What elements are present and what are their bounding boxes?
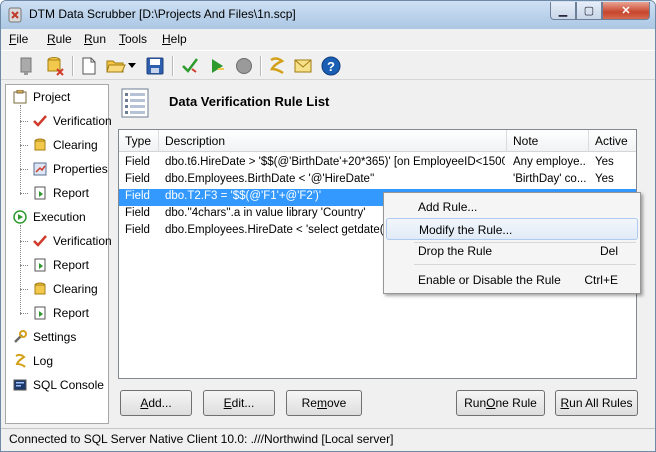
toolbar-separator xyxy=(72,56,74,76)
project-icon xyxy=(12,89,28,105)
cell-description: dbo.t6.HireDate > '$$(@'BirthDate'+20*36… xyxy=(165,156,505,168)
help-icon[interactable]: ? xyxy=(319,54,343,78)
cell-type: Field xyxy=(125,207,150,219)
database-icon xyxy=(32,137,48,153)
cell-type: Field xyxy=(125,173,150,185)
nav-item-execution[interactable]: Execution xyxy=(12,207,86,227)
settings-icon xyxy=(12,329,28,345)
app-icon xyxy=(8,7,22,23)
toolbar: ? xyxy=(1,50,655,80)
column-header-description[interactable]: Description xyxy=(159,130,507,152)
run-one-rule-button[interactable]: Run One Rule xyxy=(456,390,545,416)
nav-item-report[interactable]: Report xyxy=(32,183,89,203)
remove-button[interactable]: Re m ove xyxy=(286,390,362,416)
nav-item-clearing[interactable]: Clearing xyxy=(32,135,98,155)
report-icon xyxy=(32,257,48,273)
nav-item-log[interactable]: Log xyxy=(12,351,53,371)
menu-file[interactable]: File xyxy=(9,32,28,46)
tree-line xyxy=(20,225,21,315)
database-disconnect-icon[interactable] xyxy=(43,54,67,78)
minimize-icon: ▁ xyxy=(558,5,568,17)
nav-item-settings[interactable]: Settings xyxy=(12,327,76,347)
context-menu-drop-rule[interactable]: Drop the Rule Del xyxy=(386,240,638,262)
dropdown-arrow-icon[interactable] xyxy=(125,54,139,78)
minimize-button[interactable]: ▁ xyxy=(550,2,576,20)
cell-type: Field xyxy=(125,156,150,168)
status-bar: Connected to SQL Server Native Client 10… xyxy=(1,428,655,451)
app-window: DTM Data Scrubber [D:\Projects And Files… xyxy=(0,0,656,452)
page-title: Data Verification Rule List xyxy=(169,94,330,109)
context-menu: Add Rule... Modify the Rule... Drop the … xyxy=(383,192,641,294)
properties-icon xyxy=(32,161,48,177)
verify-icon[interactable] xyxy=(178,54,202,78)
navigation-panel: Project Verification Clearing Properties… xyxy=(5,84,112,424)
close-button[interactable]: ✕ xyxy=(602,2,650,20)
menu-tools[interactable]: Tools xyxy=(119,32,147,46)
database-connect-icon[interactable] xyxy=(15,54,39,78)
save-icon[interactable] xyxy=(143,54,167,78)
toolbar-separator xyxy=(172,56,174,76)
menu-rule[interactable]: Rule xyxy=(47,32,72,46)
cell-active: Yes xyxy=(595,156,614,168)
mail-icon[interactable] xyxy=(291,54,315,78)
report-icon xyxy=(32,305,48,321)
menu-run[interactable]: Run xyxy=(84,32,106,46)
cell-note: Any employe... xyxy=(513,156,587,168)
run-icon[interactable] xyxy=(205,54,229,78)
cell-note: 'BirthDay' co... xyxy=(513,173,587,185)
table-row[interactable]: Field dbo.Employees.BirthDate < '@'HireD… xyxy=(119,172,636,189)
menu-bar: File Rule Run Tools Help xyxy=(1,29,655,49)
checkmark-icon xyxy=(32,113,48,129)
sql-console-icon xyxy=(12,377,28,393)
nav-item-execution-report[interactable]: Report xyxy=(32,255,89,275)
maximize-icon: ▢ xyxy=(583,5,595,17)
toolbar-separator xyxy=(260,56,262,76)
context-menu-add-rule[interactable]: Add Rule... xyxy=(386,196,638,218)
close-icon: ✕ xyxy=(621,5,631,17)
cell-description: dbo.Employees.BirthDate < '@'HireDate'' xyxy=(165,173,375,185)
nav-item-properties[interactable]: Properties xyxy=(32,159,108,179)
nav-item-execution-clearing-report[interactable]: Report xyxy=(32,303,89,323)
title-bar[interactable]: DTM Data Scrubber [D:\Projects And Files… xyxy=(1,1,655,29)
database-icon xyxy=(32,281,48,297)
checkmark-icon xyxy=(32,233,48,249)
cell-type: Field xyxy=(125,224,150,236)
nav-item-execution-clearing[interactable]: Clearing xyxy=(32,279,98,299)
column-header-active[interactable]: Active xyxy=(589,130,636,152)
list-header: Type Description Note Active xyxy=(119,130,636,152)
cell-active: Yes xyxy=(595,173,614,185)
column-header-type[interactable]: Type xyxy=(119,130,159,152)
run-all-rules-button[interactable]: Run All Rules xyxy=(555,390,638,416)
status-text: Connected to SQL Server Native Client 10… xyxy=(9,432,394,446)
window-title: DTM Data Scrubber [D:\Projects And Files… xyxy=(29,7,296,21)
new-file-icon[interactable] xyxy=(77,54,101,78)
table-row[interactable]: Field dbo.t6.HireDate > '$$(@'BirthDate'… xyxy=(119,155,636,172)
tree-line xyxy=(20,105,21,195)
script-icon[interactable] xyxy=(265,54,289,78)
column-header-note[interactable]: Note xyxy=(507,130,589,152)
edit-button[interactable]: Edit... xyxy=(203,390,275,416)
stop-icon[interactable] xyxy=(232,54,256,78)
maximize-button[interactable]: ▢ xyxy=(576,2,602,20)
rule-list-icon xyxy=(121,88,149,118)
log-icon xyxy=(12,353,28,369)
menu-help[interactable]: Help xyxy=(162,32,187,46)
menu-separator xyxy=(414,264,636,265)
add-button[interactable]: Add... xyxy=(120,390,192,416)
report-icon xyxy=(32,185,48,201)
cell-type: Field xyxy=(125,190,150,202)
context-menu-modify-rule[interactable]: Modify the Rule... xyxy=(386,218,638,240)
play-icon xyxy=(12,209,28,225)
context-menu-enable-disable-rule[interactable]: Enable or Disable the Rule Ctrl+E xyxy=(386,269,638,291)
svg-text:?: ? xyxy=(327,59,335,74)
nav-item-sql-console[interactable]: SQL Console xyxy=(12,375,104,395)
nav-item-project[interactable]: Project xyxy=(12,87,70,107)
nav-item-execution-verification[interactable]: Verification xyxy=(32,231,112,251)
nav-item-verification[interactable]: Verification xyxy=(32,111,112,131)
